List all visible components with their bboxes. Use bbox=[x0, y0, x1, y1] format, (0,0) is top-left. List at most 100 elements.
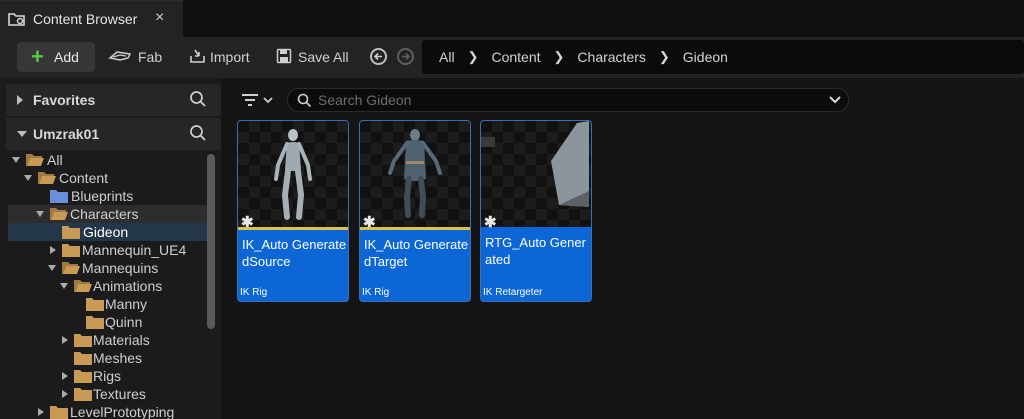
mannequin-figure-icon bbox=[274, 129, 312, 220]
collapse-icon bbox=[17, 131, 27, 137]
folder-icon bbox=[74, 369, 92, 383]
tree-item-content[interactable]: Content bbox=[8, 169, 208, 187]
tree-item-label: Manny bbox=[105, 296, 148, 312]
tree-item-blueprints[interactable]: Blueprints bbox=[8, 187, 208, 205]
tree-item-mannequins[interactable]: Mannequins bbox=[8, 259, 208, 277]
plus-icon: + bbox=[31, 44, 44, 69]
toolbar: + Add Fab Import Save All All ❯ Content … bbox=[0, 37, 1024, 78]
collapse-icon bbox=[60, 283, 68, 289]
retargeter-preview-icon bbox=[481, 121, 589, 207]
asset-type: IK Rig bbox=[240, 287, 268, 298]
favorites-header[interactable]: Favorites bbox=[6, 84, 221, 116]
import-icon bbox=[189, 48, 207, 67]
folder-icon bbox=[62, 243, 80, 257]
breadcrumb-characters[interactable]: Characters bbox=[577, 49, 645, 65]
save-all-button[interactable]: Save All bbox=[276, 42, 349, 72]
filter-button[interactable] bbox=[240, 90, 280, 110]
expand-icon bbox=[50, 246, 56, 254]
tree-item-characters[interactable]: Characters bbox=[8, 205, 208, 223]
favorites-label: Favorites bbox=[33, 92, 96, 108]
folder-open-icon bbox=[50, 207, 68, 221]
tree-item-label: Mannequin_UE4 bbox=[82, 242, 187, 258]
breadcrumb: All ❯ Content ❯ Characters ❯ Gideon bbox=[422, 40, 1024, 74]
chevron-down-icon[interactable] bbox=[828, 93, 842, 110]
project-header[interactable]: Umzrak01 bbox=[6, 118, 221, 150]
collapse-icon bbox=[24, 175, 32, 181]
back-arrow-icon[interactable] bbox=[370, 48, 387, 65]
fab-button[interactable]: Fab bbox=[108, 42, 162, 72]
search-icon[interactable] bbox=[189, 124, 207, 145]
collapse-icon bbox=[36, 211, 44, 217]
save-all-label: Save All bbox=[298, 49, 349, 65]
search-input[interactable] bbox=[318, 91, 818, 109]
expand-icon bbox=[17, 95, 23, 105]
tab-content-browser[interactable]: Content Browser × bbox=[0, 0, 183, 37]
tree-item-label: Content bbox=[59, 170, 109, 186]
import-button[interactable]: Import bbox=[189, 42, 250, 72]
folder-icon bbox=[62, 225, 80, 239]
folder-icon bbox=[74, 351, 92, 365]
tree-item-label: Meshes bbox=[93, 350, 143, 366]
tree-item-rigs[interactable]: Rigs bbox=[8, 367, 208, 385]
folder-open-icon bbox=[26, 153, 44, 167]
breadcrumb-content[interactable]: Content bbox=[491, 49, 540, 65]
tree-item-animations[interactable]: Animations bbox=[8, 277, 208, 295]
expand-icon bbox=[62, 372, 68, 380]
chevron-right-icon: ❯ bbox=[658, 49, 670, 64]
asset-view: ✱ IK_Auto GeneratedSource IK Rig ✱ IK_Au… bbox=[224, 78, 1024, 419]
tab-strip: Content Browser × bbox=[0, 0, 1024, 37]
fab-label: Fab bbox=[138, 49, 163, 65]
tree-item-label: Rigs bbox=[93, 368, 122, 384]
search-icon bbox=[297, 93, 312, 111]
forward-arrow-icon[interactable] bbox=[397, 48, 414, 65]
tree-item-manny[interactable]: Manny bbox=[8, 295, 208, 313]
folder-open-icon bbox=[74, 279, 92, 293]
asset-thumbnail bbox=[238, 121, 348, 227]
tree-item-quinn[interactable]: Quinn bbox=[8, 313, 208, 331]
chevron-right-icon: ❯ bbox=[553, 49, 565, 64]
folder-open-icon bbox=[38, 171, 56, 185]
add-button[interactable]: + Add bbox=[17, 42, 95, 72]
folder-icon bbox=[74, 387, 92, 401]
tree-item-label: Materials bbox=[93, 332, 150, 348]
asset-card-ik-auto-generated-source[interactable]: ✱ IK_Auto GeneratedSource IK Rig bbox=[237, 120, 349, 302]
tree-item-label: Characters bbox=[70, 206, 139, 222]
close-icon[interactable]: × bbox=[155, 9, 164, 27]
tree-item-mannequin-ue4[interactable]: Mannequin_UE4 bbox=[8, 241, 208, 259]
tree-scrollbar[interactable] bbox=[207, 154, 215, 329]
collapse-icon bbox=[48, 265, 56, 271]
collapse-icon bbox=[12, 157, 20, 163]
asset-name: RTG_Auto Generated bbox=[485, 235, 586, 267]
breadcrumb-gideon[interactable]: Gideon bbox=[683, 49, 728, 65]
tree-item-meshes[interactable]: Meshes bbox=[8, 349, 208, 367]
folder-tree: All Content Blueprints Characters Gideon… bbox=[8, 151, 208, 419]
tree-item-gideon[interactable]: Gideon bbox=[8, 223, 208, 241]
folder-blue-icon bbox=[50, 189, 68, 203]
asset-card-ik-auto-generated-target[interactable]: ✱ IK_Auto GeneratedTarget IK Rig bbox=[359, 120, 471, 302]
folder-icon bbox=[74, 333, 92, 347]
tree-item-label: LevelPrototyping bbox=[70, 404, 175, 419]
tree-item-levelprototyping[interactable]: LevelPrototyping bbox=[8, 403, 208, 419]
asset-type: IK Retargeter bbox=[483, 287, 543, 298]
folder-icon bbox=[86, 315, 104, 329]
chevron-right-icon: ❯ bbox=[467, 49, 479, 64]
asset-card-rtg-auto-generated[interactable]: ✱ RTG_Auto Generated IK Retargeter bbox=[480, 120, 592, 302]
asset-type-strip bbox=[238, 227, 348, 230]
tree-item-label: Textures bbox=[93, 386, 146, 402]
tree-item-all[interactable]: All bbox=[8, 151, 208, 169]
tree-item-materials[interactable]: Materials bbox=[8, 331, 208, 349]
search-icon[interactable] bbox=[189, 90, 207, 111]
tree-item-label: Blueprints bbox=[71, 188, 134, 204]
content-browser-icon bbox=[8, 11, 26, 27]
asset-name: IK_Auto GeneratedTarget bbox=[364, 237, 469, 269]
expand-icon bbox=[38, 408, 44, 416]
tree-item-label: All bbox=[47, 152, 63, 168]
tree-item-label: Animations bbox=[93, 278, 163, 294]
tab-title: Content Browser bbox=[33, 11, 138, 27]
tree-item-label: Quinn bbox=[105, 314, 143, 330]
breadcrumb-all[interactable]: All bbox=[439, 49, 455, 65]
tree-item-textures[interactable]: Textures bbox=[8, 385, 208, 403]
add-label: Add bbox=[54, 49, 79, 65]
folder-icon bbox=[50, 405, 68, 419]
asset-type: IK Rig bbox=[362, 287, 390, 298]
